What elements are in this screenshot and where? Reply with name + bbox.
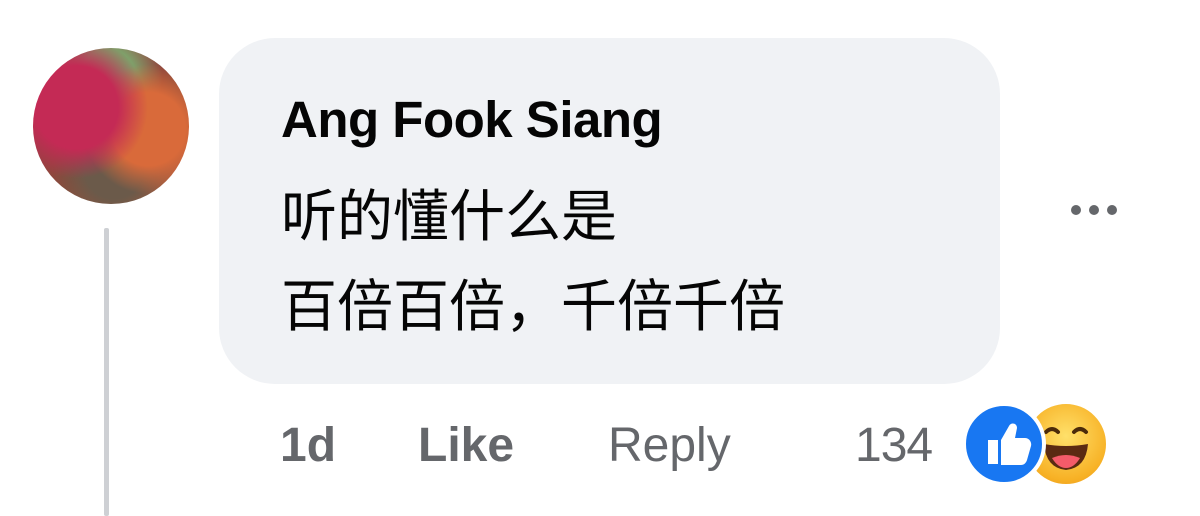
- dot-icon: [1071, 205, 1081, 215]
- timestamp[interactable]: 1d: [280, 418, 336, 473]
- dot-icon: [1107, 205, 1117, 215]
- reaction-summary[interactable]: [962, 398, 1132, 488]
- reaction-count[interactable]: 134: [855, 418, 933, 473]
- comment-author[interactable]: Ang Fook Siang: [281, 90, 663, 149]
- like-button[interactable]: Like: [418, 418, 514, 473]
- avatar[interactable]: [33, 48, 189, 204]
- more-options-button[interactable]: [1058, 192, 1130, 228]
- like-icon: [962, 402, 1046, 486]
- reply-button[interactable]: Reply: [608, 418, 731, 473]
- comment-text-line: 听的懂什么是: [281, 185, 617, 250]
- dot-icon: [1089, 205, 1099, 215]
- comment-text-line: 百倍百倍，千倍千倍: [281, 275, 785, 340]
